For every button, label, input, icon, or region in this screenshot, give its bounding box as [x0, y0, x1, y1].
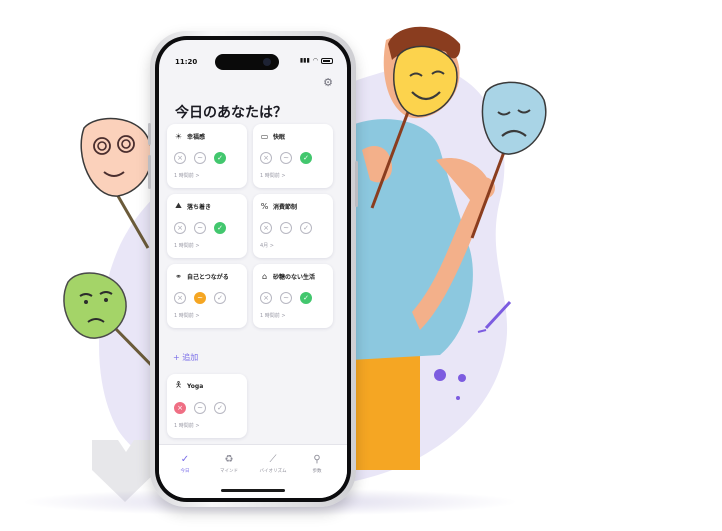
card-label: 快眠 [273, 133, 286, 141]
wave-button[interactable]: ~ [194, 292, 206, 304]
people-icon: ⚭ [175, 271, 182, 281]
card-time[interactable]: 1 時間前 > [174, 172, 240, 179]
check-circle-icon: ✓ [180, 454, 190, 465]
phone-frame: 11:20 ▮▮▮ ◠ ⚙ 今日のあなたは？ ☀ 幸福感 × ~ ✓ 1 時間前… [148, 31, 358, 507]
walk-icon: ⚲ [313, 454, 321, 465]
add-habit-button[interactable]: + 追加 [173, 352, 198, 363]
check-button[interactable]: ✓ [214, 222, 226, 234]
percent-icon: % [260, 201, 269, 211]
card-time[interactable]: 1 時間前 > [174, 422, 240, 429]
wave-button[interactable]: ~ [280, 292, 292, 304]
side-button [148, 123, 151, 145]
status-icons: ▮▮▮ ◠ [300, 57, 333, 64]
dot [434, 369, 446, 381]
habit-card-self-connection[interactable]: ⚭ 自己とつながる × ~ ✓ 1 時間前 > [167, 264, 247, 328]
tab-bar: ✓ 今日 ♻ マインド ⟋ バイオリズム ⚲ 歩数 [159, 444, 347, 498]
sun-icon: ☀ [174, 131, 183, 141]
tab-label: 歩数 [312, 469, 322, 474]
card-time[interactable]: 1 時間前 > [260, 312, 326, 319]
check-button[interactable]: ✓ [214, 292, 226, 304]
skip-button[interactable]: × [174, 222, 186, 234]
skip-button[interactable]: × [174, 292, 186, 304]
tab-mind[interactable]: ♻ マインド [207, 453, 251, 474]
card-time[interactable]: 1 時間前 > [174, 242, 240, 249]
check-button[interactable]: ✓ [214, 152, 226, 164]
chart-icon: ⟋ [269, 454, 277, 465]
mountain-icon: ⛰ [175, 201, 182, 210]
background-illustration [63, 26, 547, 502]
tab-biorhythm[interactable]: ⟋ バイオリズム [251, 453, 295, 474]
dot [458, 374, 466, 382]
habit-card-calm[interactable]: ⛰ 落ち着き × ~ ✓ 1 時間前 > [167, 194, 247, 258]
wave-button[interactable]: ~ [280, 222, 292, 234]
gear-icon[interactable]: ⚙ [323, 76, 333, 89]
tab-label: バイオリズム [259, 469, 287, 474]
wave-button[interactable]: ~ [194, 152, 206, 164]
side-button [148, 155, 151, 189]
card-label: 消費節制 [273, 203, 298, 211]
check-button[interactable]: ✓ [214, 402, 226, 414]
cake-icon: ⌂ [261, 271, 268, 281]
wave-button[interactable]: ~ [194, 402, 206, 414]
tab-today[interactable]: ✓ 今日 [163, 453, 207, 474]
wave-button[interactable]: ~ [194, 222, 206, 234]
card-label: 幸福感 [187, 133, 206, 141]
bed-icon: ▭ [260, 131, 269, 141]
app-screen: 11:20 ▮▮▮ ◠ ⚙ 今日のあなたは？ ☀ 幸福感 × ~ ✓ 1 時間前… [159, 40, 347, 498]
habit-card-moderation[interactable]: % 消費節制 × ~ ✓ 4月 > [253, 194, 333, 258]
check-button[interactable]: ✓ [300, 292, 312, 304]
skip-button[interactable]: × [260, 152, 272, 164]
skip-button[interactable]: × [174, 152, 186, 164]
yoga-icon: 🯅 [174, 380, 183, 389]
recycle-icon: ♻ [224, 454, 234, 465]
phone-bezel: 11:20 ▮▮▮ ◠ ⚙ 今日のあなたは？ ☀ 幸福感 × ~ ✓ 1 時間前… [155, 36, 351, 502]
status-time: 11:20 [175, 58, 198, 66]
habit-card-sleep[interactable]: ▭ 快眠 × ~ ✓ 1 時間前 > [253, 124, 333, 188]
card-label: Yoga [187, 382, 204, 390]
battery-icon [321, 57, 333, 64]
wave-button[interactable]: ~ [280, 152, 292, 164]
signal-icon: ▮▮▮ [299, 57, 310, 64]
dot [456, 396, 460, 400]
check-button[interactable]: ✓ [300, 152, 312, 164]
habit-card-happiness[interactable]: ☀ 幸福感 × ~ ✓ 1 時間前 > [167, 124, 247, 188]
card-time[interactable]: 1 時間前 > [260, 172, 326, 179]
habit-card-sugar-free[interactable]: ⌂ 砂糖のない生活 × ~ ✓ 1 時間前 > [253, 264, 333, 328]
skip-button[interactable]: × [174, 402, 186, 414]
card-label: 砂糖のない生活 [273, 273, 316, 281]
card-label: 自己とつながる [187, 273, 229, 281]
tab-label: マインド [220, 469, 238, 474]
card-time[interactable]: 4月 > [260, 242, 326, 249]
skip-button[interactable]: × [260, 292, 272, 304]
card-time[interactable]: 1 時間前 > [174, 312, 240, 319]
dynamic-island [215, 54, 279, 70]
check-button[interactable]: ✓ [300, 222, 312, 234]
habit-card-yoga[interactable]: 🯅 Yoga × ~ ✓ 1 時間前 > [167, 374, 247, 438]
page-title: 今日のあなたは？ [175, 105, 287, 121]
card-label: 落ち着き [187, 203, 212, 211]
tab-steps[interactable]: ⚲ 歩数 [295, 453, 339, 474]
skip-button[interactable]: × [260, 222, 272, 234]
home-indicator [221, 489, 285, 492]
side-button [355, 161, 358, 207]
wifi-icon: ◠ [312, 57, 318, 64]
tab-label: 今日 [180, 469, 190, 474]
